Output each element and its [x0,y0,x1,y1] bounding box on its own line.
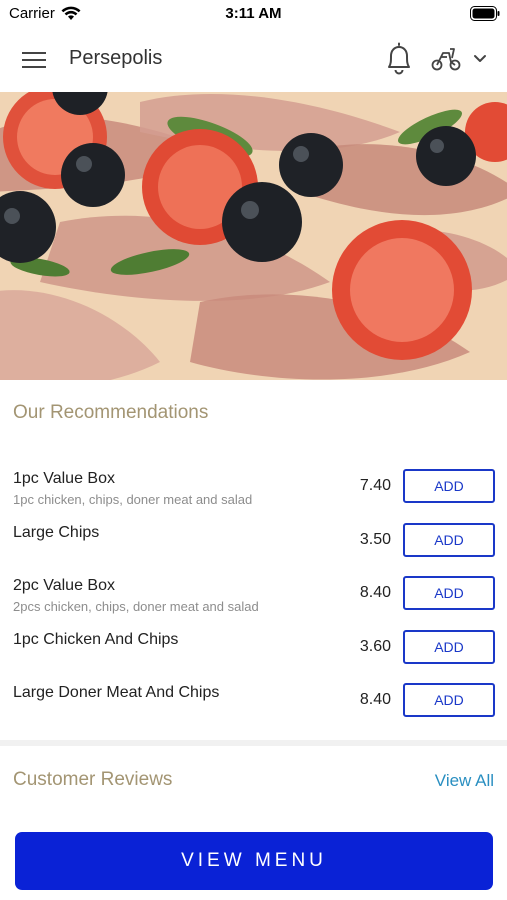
item-price: 8.40 [359,584,391,601]
item-name: Large Chips [13,524,100,541]
section-divider [0,740,507,746]
reviews-title: Customer Reviews [13,769,173,790]
bell-icon[interactable] [384,42,414,76]
list-item: Large Doner Meat And Chips 8.40 ADD [0,674,507,726]
menu-icon[interactable] [22,49,48,71]
chevron-down-icon[interactable] [472,52,488,66]
item-price: 7.40 [359,477,391,494]
add-button[interactable]: ADD [403,630,495,664]
add-button[interactable]: ADD [403,576,495,610]
battery-icon [470,6,500,21]
item-name: 1pc Chicken And Chips [13,631,179,648]
recommendations-title: Our Recommendations [13,402,209,423]
item-description: 2pcs chicken, chips, doner meat and sala… [13,599,259,614]
item-price: 3.50 [359,531,391,548]
hero-pizza-image [0,92,507,380]
item-name: 1pc Value Box [13,470,115,487]
status-time: 3:11 AM [225,5,282,22]
view-menu-button[interactable]: VIEW MENU [15,832,493,890]
page-title: Persepolis [69,47,163,69]
add-button[interactable]: ADD [403,469,495,503]
app-header: Persepolis [0,28,507,92]
add-button[interactable]: ADD [403,683,495,717]
list-item: 1pc Value Box 1pc chicken, chips, doner … [0,460,507,512]
status-bar: Carrier 3:11 AM [0,0,507,28]
view-all-link[interactable]: View All [435,771,494,791]
add-button[interactable]: ADD [403,523,495,557]
item-name: 2pc Value Box [13,577,115,594]
scooter-icon[interactable] [430,45,462,73]
item-description: 1pc chicken, chips, doner meat and salad [13,492,253,507]
list-item: Large Chips 3.50 ADD [0,514,507,566]
item-name: Large Doner Meat And Chips [13,684,220,701]
item-price: 3.60 [359,638,391,655]
list-item: 2pc Value Box 2pcs chicken, chips, doner… [0,567,507,619]
list-item: 1pc Chicken And Chips 3.60 ADD [0,621,507,673]
item-price: 8.40 [359,691,391,708]
